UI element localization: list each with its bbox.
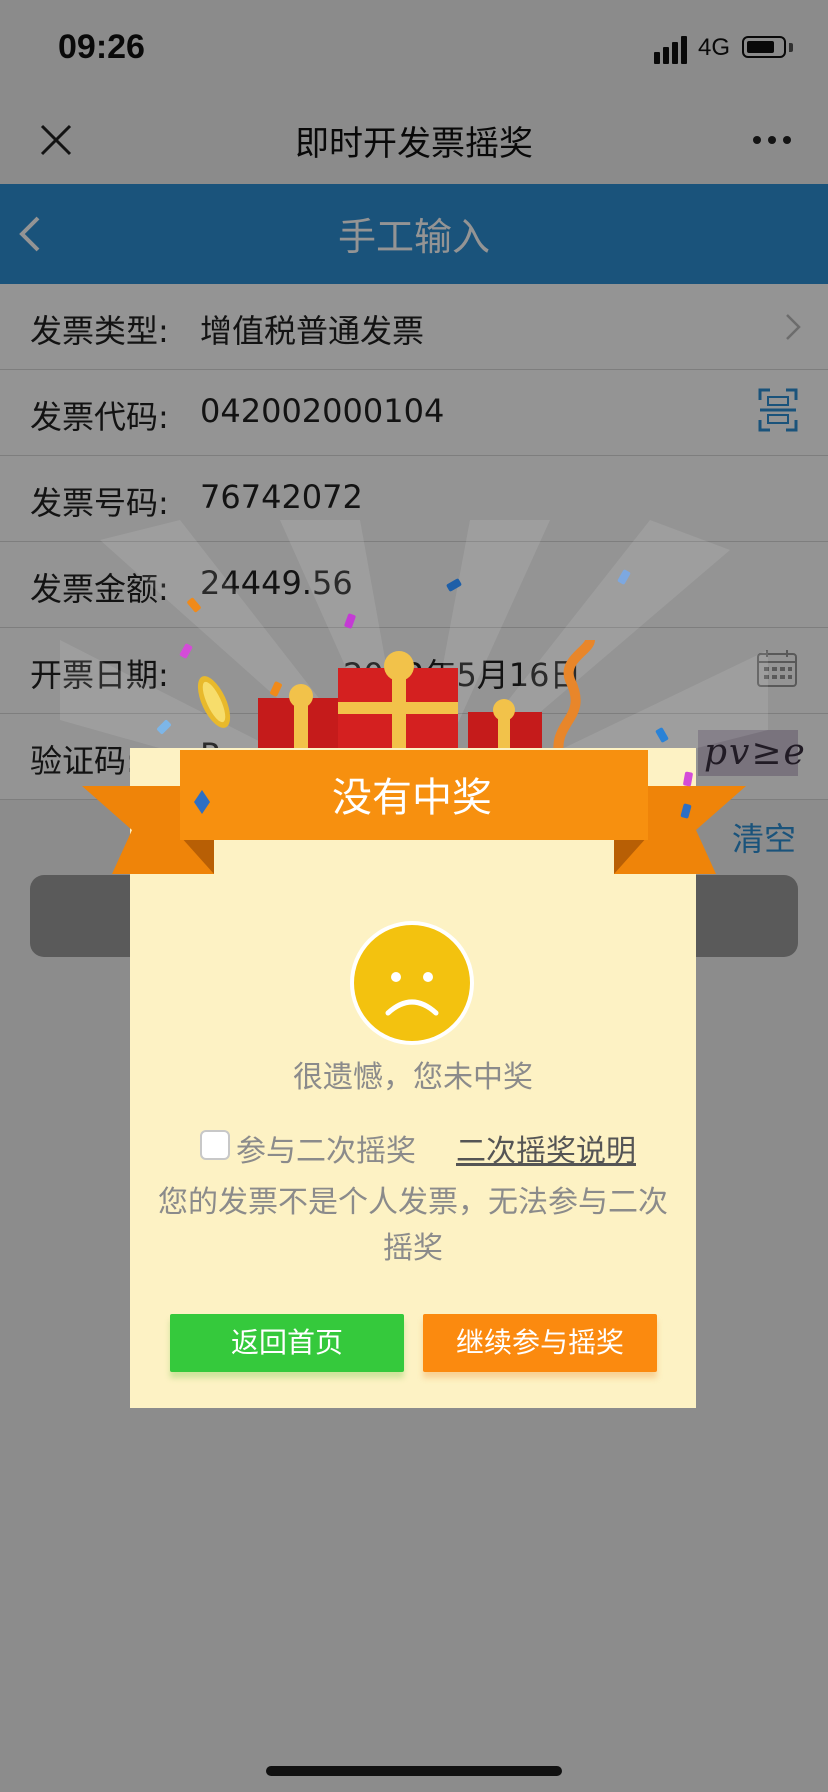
- not-eligible-notice: 您的发票不是个人发票，无法参与二次摇奖: [158, 1185, 668, 1266]
- second-draw-label[interactable]: 参与二次摇奖: [236, 1126, 416, 1170]
- result-message: 很遗憾，您未中奖: [293, 1060, 533, 1095]
- modal-title: 没有中奖: [332, 775, 492, 821]
- continue-draw-button[interactable]: 继续参与摇奖: [423, 1314, 657, 1372]
- sad-face-icon: [350, 921, 474, 1045]
- second-draw-checkbox[interactable]: [200, 1130, 230, 1160]
- gift-boxes-decoration: [197, 638, 595, 760]
- return-home-button[interactable]: 返回首页: [170, 1314, 404, 1372]
- home-indicator: [266, 1766, 562, 1776]
- second-draw-info-link[interactable]: 二次摇奖说明: [456, 1126, 636, 1170]
